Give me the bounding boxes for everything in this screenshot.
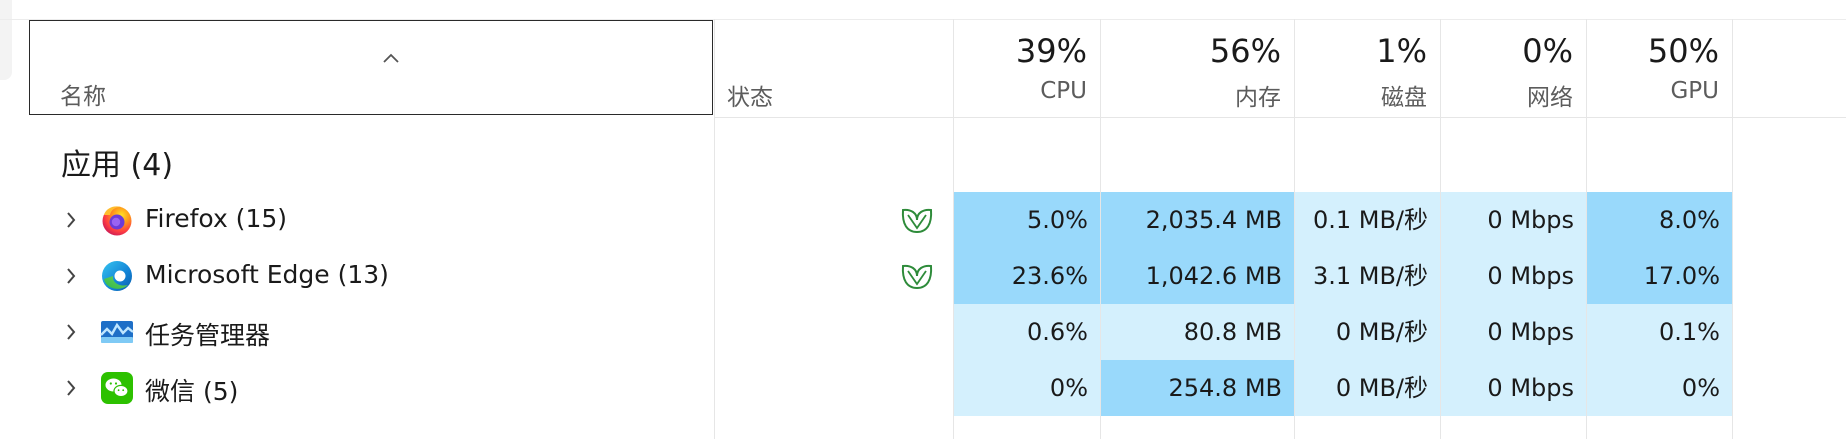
column-header-name-label: 名称 [60,84,106,110]
header-bottom-divider [714,117,1846,118]
column-header-network-percent: 0% [1522,32,1573,70]
efficiency-mode-leaf-icon [901,208,933,233]
chevron-right-icon[interactable] [64,377,78,399]
column-header-name[interactable]: 名称 [29,20,713,115]
column-header-cpu-percent: 39% [1015,32,1087,70]
cell-disk: 3.1 MB/秒 [1295,248,1440,304]
process-name: Firefox (15) [145,204,288,233]
cell-memory: 1,042.6 MB [1101,248,1294,304]
column-header-memory-percent: 56% [1209,32,1281,70]
process-row-firefox[interactable]: Firefox (15) 5.0% 2,035.4 MB 0.1 MB/秒 0 … [0,192,1846,248]
cell-gpu: 8.0% [1587,192,1732,248]
firefox-icon [102,206,132,236]
cell-cpu: 0% [954,360,1100,416]
cell-cpu: 5.0% [954,192,1100,248]
column-header-status[interactable]: 状态 [715,20,953,117]
sort-ascending-icon [383,53,399,63]
column-header-memory-label: 内存 [1235,85,1281,111]
process-row-task-manager[interactable]: 任务管理器 0.6% 80.8 MB 0 MB/秒 0 Mbps 0.1% [0,304,1846,360]
column-header-network[interactable]: 0% 网络 [1441,20,1586,117]
process-name: 任务管理器 [145,321,271,350]
cell-network: 0 Mbps [1441,360,1586,416]
process-name: Microsoft Edge (13) [145,260,389,289]
column-header-memory[interactable]: 56% 内存 [1101,20,1294,117]
task-manager-icon [100,321,134,343]
process-row-microsoft-edge[interactable]: Microsoft Edge (13) 23.6% 1,042.6 MB 3.1… [0,248,1846,304]
cell-cpu: 23.6% [954,248,1100,304]
column-header-network-label: 网络 [1527,85,1573,111]
edge-icon [102,261,132,291]
cell-memory: 254.8 MB [1101,360,1294,416]
process-row-wechat[interactable]: 微信 (5) 0% 254.8 MB 0 MB/秒 0 Mbps 0% [0,360,1846,416]
window-left-edge [0,0,12,80]
cell-network: 0 Mbps [1441,192,1586,248]
column-header-gpu-label: GPU [1670,78,1719,104]
chevron-right-icon[interactable] [64,265,78,287]
cell-gpu: 17.0% [1587,248,1732,304]
column-header-status-label: 状态 [727,85,773,111]
chevron-right-icon[interactable] [64,321,78,343]
cell-disk: 0.1 MB/秒 [1295,192,1440,248]
process-name: 微信 (5) [145,377,239,406]
column-header-disk-label: 磁盘 [1381,85,1427,111]
column-header-cpu-label: CPU [1040,78,1087,104]
wechat-icon [101,372,133,404]
cell-gpu: 0% [1587,360,1732,416]
cell-network: 0 Mbps [1441,304,1586,360]
column-header-disk-percent: 1% [1376,32,1427,70]
column-header-gpu-percent: 50% [1647,32,1719,70]
column-header-cpu[interactable]: 39% CPU [954,20,1100,117]
column-header-gpu[interactable]: 50% GPU [1587,20,1732,117]
column-header-disk[interactable]: 1% 磁盘 [1295,20,1440,117]
cell-gpu: 0.1% [1587,304,1732,360]
cell-memory: 80.8 MB [1101,304,1294,360]
chevron-right-icon[interactable] [64,209,78,231]
cell-disk: 0 MB/秒 [1295,304,1440,360]
efficiency-mode-leaf-icon [901,264,933,289]
cell-disk: 0 MB/秒 [1295,360,1440,416]
cell-cpu: 0.6% [954,304,1100,360]
cell-network: 0 Mbps [1441,248,1586,304]
group-title-apps: 应用 (4) [61,148,174,183]
cell-memory: 2,035.4 MB [1101,192,1294,248]
